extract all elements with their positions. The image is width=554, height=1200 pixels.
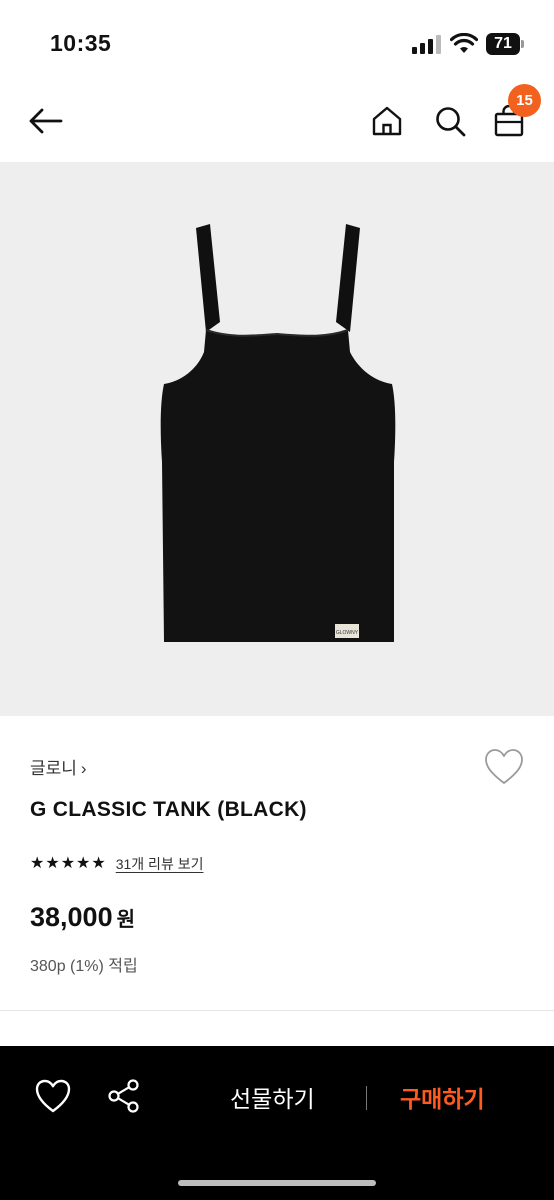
rating-row: ★ ★ ★ ★ ★ 31개 리뷰 보기 (30, 854, 203, 874)
back-button[interactable] (22, 98, 68, 144)
home-icon (372, 106, 402, 136)
arrow-left-icon (29, 108, 63, 134)
battery-level: 71 (494, 35, 512, 52)
heart-icon[interactable] (484, 748, 524, 786)
price-row: 38,000 원 (30, 902, 135, 933)
search-icon (436, 107, 466, 137)
star-rating: ★ ★ ★ ★ ★ (30, 856, 106, 872)
star-icon: ★ (30, 855, 45, 872)
cart-count-badge: 15 (508, 84, 541, 117)
tank-top-image: GLOWNY (160, 224, 396, 642)
product-info: 글로니 › G CLASSIC TANK (BLACK) ★ ★ ★ ★ ★ 31… (0, 716, 554, 1010)
chevron-right-icon: › (80, 759, 87, 778)
brand-name: 글로니 (30, 759, 77, 778)
currency: 원 (116, 909, 135, 931)
status-time: 10:35 (50, 30, 112, 56)
product-image[interactable]: GLOWNY (0, 162, 554, 716)
home-indicator (178, 1180, 376, 1186)
cellular-signal-icon (412, 35, 441, 54)
bottom-action-bar: 선물하기 구매하기 (0, 1046, 554, 1200)
share-icon[interactable] (106, 1078, 142, 1114)
buy-button[interactable]: 구매하기 (400, 1080, 485, 1114)
status-bar: 10:35 71 (0, 0, 554, 80)
home-button[interactable] (364, 98, 410, 144)
product-name: G CLASSIC TANK (BLACK) (30, 798, 307, 821)
garment-tag-text: GLOWNY (336, 630, 359, 636)
star-icon: ★ (45, 855, 60, 872)
top-navigation (0, 80, 554, 162)
action-divider (366, 1086, 367, 1110)
section-divider (0, 1010, 554, 1011)
battery-icon: 71 (486, 33, 520, 55)
battery-cap (521, 40, 524, 48)
review-link[interactable]: 31개 리뷰 보기 (116, 854, 204, 874)
star-icon: ★ (91, 855, 106, 872)
reward-points: 380p (1%) 적립 (30, 958, 138, 975)
wifi-icon (450, 33, 478, 53)
brand-link[interactable]: 글로니 › (30, 754, 87, 779)
gift-button[interactable]: 선물하기 (230, 1080, 315, 1114)
wishlist-heart-icon[interactable] (34, 1078, 72, 1114)
star-icon: ★ (60, 855, 76, 872)
star-icon: ★ (76, 855, 91, 872)
search-button[interactable] (427, 98, 473, 144)
price: 38,000 (30, 902, 113, 932)
